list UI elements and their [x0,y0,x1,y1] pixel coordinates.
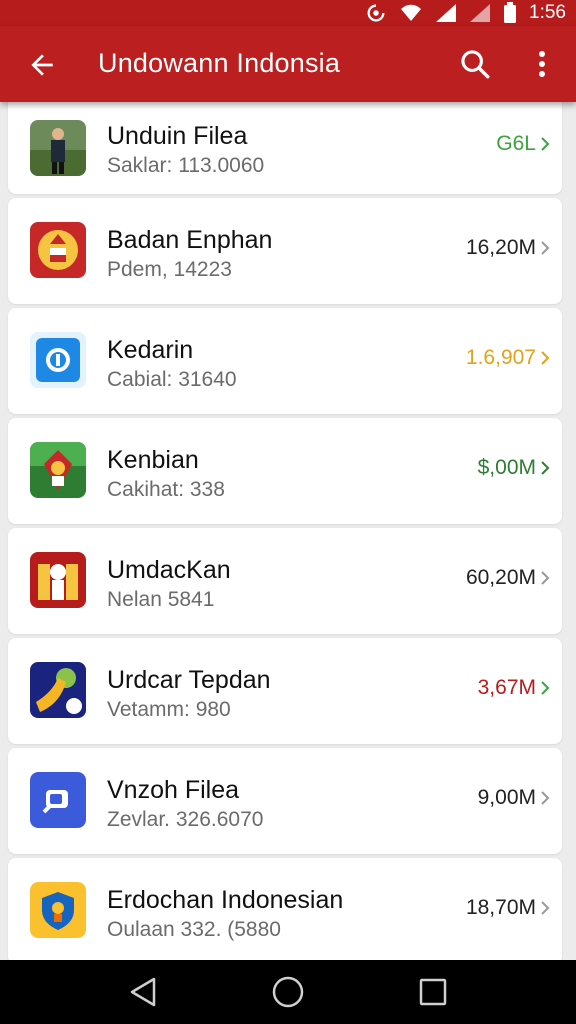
search-icon [461,50,490,79]
list-item[interactable]: Badan Enphan Pdem, 14223 16,20M [8,198,562,304]
nav-recents-icon [420,978,447,1006]
page-title: Undowann Indonsia [98,48,341,78]
item-value: G6L [496,132,536,155]
item-subtitle: Pdem, 14223 [107,258,232,281]
item-name: Unduin Filea [107,122,248,150]
app-icon-figures [30,552,86,608]
list-item[interactable]: Kenbian Cakihat: 338 $,00M [8,418,562,524]
item-name: Badan Enphan [107,226,273,254]
app-icon-garuda [30,442,86,498]
item-subtitle: Saklar: 113.0060 [107,154,265,177]
item-value: $,00M [477,456,536,479]
item-name: UmdacKan [107,556,231,584]
status-bar: 1:56 [0,0,576,26]
chevron-right-icon [538,137,552,151]
app-icon-blue-square [30,332,86,388]
item-name: Vnzoh Filea [107,776,240,804]
list-item[interactable]: Vnzoh Filea Zevlar. 326.6070 9,00M [8,748,562,854]
back-button[interactable] [22,45,62,85]
item-name: Kedarin [107,336,194,364]
chevron-right-icon [538,791,552,805]
app-icon-emblem [30,222,86,278]
file-list: Unduin Filea Saklar: 113.0060 G6L Badan … [0,102,576,960]
nav-recents-button[interactable] [411,970,455,1014]
item-subtitle: Nelan 5841 [107,588,215,611]
battery-icon [503,2,517,24]
status-time: 1:56 [529,2,566,23]
item-value: 18,70M [465,896,536,919]
item-subtitle: Oulaan 332. (5880 [107,918,281,941]
item-value: 1.6,907 [465,346,536,369]
item-value: 16,20M [465,236,536,259]
wifi-icon [399,3,423,23]
back-arrow-icon [31,54,53,76]
item-name: Erdochan Indonesian [107,886,344,914]
item-name: Urdcar Tepdan [107,666,271,694]
item-subtitle: Cakihat: 338 [107,478,225,501]
list-item[interactable]: Urdcar Tepdan Vetamm: 980 3,67M [8,638,562,744]
item-subtitle: Zevlar. 326.6070 [107,808,264,831]
item-value: 3,67M [477,676,536,699]
item-value: 60,20M [465,566,536,589]
sync-icon [365,2,387,24]
list-item[interactable]: UmdacKan Nelan 5841 60,20M [8,528,562,634]
chevron-right-icon [538,351,552,365]
list-item[interactable]: Erdochan Indonesian Oulaan 332. (5880 18… [8,858,562,960]
list-item[interactable]: Unduin Filea Saklar: 113.0060 G6L [8,102,562,194]
system-nav-bar [0,960,576,1024]
chevron-right-icon [538,901,552,915]
item-subtitle: Cabial: 31640 [107,368,237,391]
search-button[interactable] [455,44,495,84]
nav-back-icon [130,977,155,1007]
chevron-right-icon [538,241,552,255]
signal-icon-2 [469,3,491,23]
item-name: Kenbian [107,446,199,474]
nav-back-button[interactable] [121,970,165,1014]
app-icon-person [30,120,86,176]
item-value: 9,00M [477,786,536,809]
chevron-right-icon [538,681,552,695]
app-icon-shield [30,882,86,938]
chevron-right-icon [538,571,552,585]
app-bar: Undowann Indonsia [0,26,576,102]
list-item[interactable]: Kedarin Cabial: 31640 1.6,907 [8,308,562,414]
item-subtitle: Vetamm: 980 [107,698,231,721]
more-vert-icon [539,51,545,77]
chevron-right-icon [538,461,552,475]
nav-home-button[interactable] [266,970,310,1014]
nav-home-icon [272,976,304,1008]
app-icon-chat [30,772,86,828]
app-icon-hand [30,662,86,718]
signal-icon [435,3,457,23]
more-options-button[interactable] [524,44,560,84]
